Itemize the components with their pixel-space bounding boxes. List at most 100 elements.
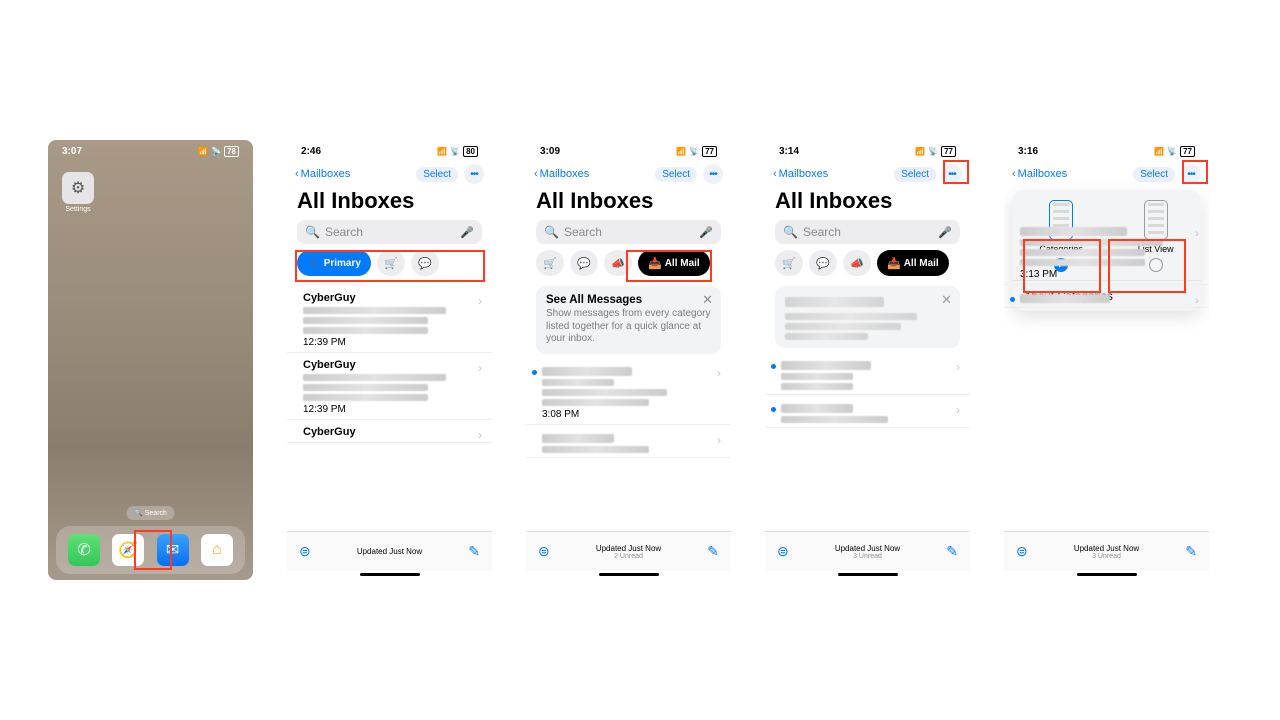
- page-title: All Inboxes: [526, 188, 731, 214]
- tab-primary[interactable]: 👤Primary: [297, 250, 371, 276]
- compose-icon[interactable]: ✎: [468, 543, 480, 560]
- wifi-icon: [450, 146, 460, 157]
- screenshot-home: 3:07 78 ⚙ Settings 🔍 Search ✆ 🧭 ✉ ⌂: [48, 140, 253, 580]
- chat-icon: 💬: [577, 257, 591, 270]
- more-icon[interactable]: •••: [1181, 164, 1201, 184]
- compose-icon[interactable]: ✎: [1185, 543, 1197, 560]
- clock: 3:16: [1018, 146, 1038, 157]
- compose-icon[interactable]: ✎: [946, 543, 958, 560]
- chevron-right-icon: ›: [1195, 293, 1199, 307]
- more-icon[interactable]: •••: [464, 164, 484, 184]
- mail-row[interactable]: ›3:08 PM: [526, 358, 731, 425]
- nav-bar: ‹ Mailboxes Select •••: [765, 162, 970, 186]
- clock: 3:09: [540, 146, 560, 157]
- status-text: Updated Just Now: [357, 547, 422, 556]
- more-icon[interactable]: •••: [703, 164, 723, 184]
- mail-row[interactable]: CyberGuy›12:39 PM: [287, 286, 492, 353]
- mail-row[interactable]: ›: [526, 425, 731, 458]
- chevron-right-icon: ›: [478, 294, 482, 308]
- cart-icon: 🛒: [543, 257, 557, 270]
- safari-app-icon[interactable]: 🧭: [112, 534, 144, 566]
- select-button[interactable]: Select: [1133, 167, 1175, 182]
- back-button[interactable]: ‹ Mailboxes: [534, 168, 589, 180]
- mail-row[interactable]: ›: [765, 395, 970, 428]
- nav-bar: ‹ Mailboxes Select •••: [287, 162, 492, 186]
- clock: 3:07: [62, 146, 82, 157]
- chevron-right-icon: ›: [478, 361, 482, 375]
- signal-icon: [437, 146, 447, 157]
- page-title: All Inboxes: [287, 188, 492, 214]
- back-button[interactable]: ‹ Mailboxes: [773, 168, 828, 180]
- mic-icon[interactable]: 🎤: [460, 226, 474, 239]
- chevron-right-icon: ›: [717, 366, 721, 380]
- search-input[interactable]: 🔍Search🎤: [775, 220, 960, 244]
- chevron-right-icon: ›: [956, 360, 960, 374]
- mail-row[interactable]: CyberGuy›12:39 PM: [287, 353, 492, 420]
- mail-row[interactable]: ›: [765, 352, 970, 395]
- tab-updates[interactable]: 💬: [570, 250, 598, 276]
- search-icon: 🔍: [783, 225, 798, 239]
- signal-icon: [676, 146, 686, 157]
- screenshot-primary: 2:4680 ‹ Mailboxes Select ••• All Inboxe…: [287, 140, 492, 580]
- filter-icon[interactable]: ⊜: [538, 543, 550, 560]
- tray-icon: 📥: [648, 257, 662, 270]
- close-icon[interactable]: ✕: [941, 292, 952, 308]
- tab-transactions[interactable]: 🛒: [536, 250, 564, 276]
- search-input[interactable]: 🔍Search🎤: [297, 220, 482, 244]
- cart-icon: 🛒: [384, 257, 398, 270]
- settings-app[interactable]: ⚙ Settings: [62, 172, 94, 213]
- wifi-icon: [211, 146, 221, 157]
- tab-updates[interactable]: 💬: [809, 250, 837, 276]
- close-icon[interactable]: ✕: [702, 292, 713, 308]
- filter-icon[interactable]: ⊜: [299, 543, 311, 560]
- mic-icon[interactable]: 🎤: [938, 226, 952, 239]
- signal-icon: [198, 146, 208, 157]
- chevron-right-icon: ›: [717, 433, 721, 447]
- compose-icon[interactable]: ✎: [707, 543, 719, 560]
- tab-updates[interactable]: 💬: [411, 250, 439, 276]
- tab-promotions[interactable]: 📣: [604, 250, 632, 276]
- bottom-toolbar: ⊜Updated Just Now3 Unread✎: [1004, 531, 1209, 571]
- mail-row[interactable]: CyberGuy›: [287, 420, 492, 443]
- search-icon: 🔍: [544, 225, 559, 239]
- status-text: Updated Just Now: [596, 544, 661, 553]
- search-icon: 🔍: [305, 225, 320, 239]
- screenshot-view-options: 3:1677 ‹ MailboxesSelect••• Categories ✓…: [1004, 140, 1209, 580]
- mail-app-icon[interactable]: ✉: [157, 534, 189, 566]
- battery-icon: 77: [941, 146, 956, 157]
- select-button[interactable]: Select: [416, 167, 458, 182]
- bottom-toolbar: ⊜ Updated Just Now ✎: [287, 531, 492, 571]
- tab-promotions[interactable]: 📣: [843, 250, 871, 276]
- person-icon: 👤: [307, 257, 321, 270]
- chat-icon: 💬: [816, 257, 830, 270]
- clock: 3:14: [779, 146, 799, 157]
- home-app-icon[interactable]: ⌂: [201, 534, 233, 566]
- wifi-icon: [928, 146, 938, 157]
- back-button[interactable]: ‹ Mailboxes: [1012, 168, 1067, 180]
- mail-row[interactable]: ›3:13 PM: [1004, 218, 1209, 285]
- more-icon[interactable]: •••: [942, 164, 962, 184]
- select-button[interactable]: Select: [894, 167, 936, 182]
- tab-transactions[interactable]: 🛒: [775, 250, 803, 276]
- see-all-card: ✕: [775, 286, 960, 348]
- battery-icon: 77: [702, 146, 717, 157]
- mail-row[interactable]: ›: [1004, 285, 1209, 308]
- battery-icon: 80: [463, 146, 478, 157]
- tab-all-mail[interactable]: 📥All Mail: [638, 250, 710, 276]
- status-bar: 2:4680: [287, 140, 492, 162]
- select-button[interactable]: Select: [655, 167, 697, 182]
- filter-icon[interactable]: ⊜: [777, 543, 789, 560]
- status-bar: 3:07 78: [48, 140, 253, 162]
- chat-icon: 💬: [418, 257, 432, 270]
- search-input[interactable]: 🔍Search🎤: [536, 220, 721, 244]
- back-button[interactable]: ‹ Mailboxes: [295, 168, 350, 180]
- tab-all-mail[interactable]: 📥All Mail: [877, 250, 949, 276]
- home-search[interactable]: 🔍 Search: [126, 506, 175, 520]
- see-all-card: See All Messages Show messages from ever…: [536, 286, 721, 354]
- mic-icon[interactable]: 🎤: [699, 226, 713, 239]
- home-indicator: [360, 573, 420, 576]
- tab-transactions[interactable]: 🛒: [377, 250, 405, 276]
- page-title: All Inboxes: [765, 188, 970, 214]
- phone-app-icon[interactable]: ✆: [68, 534, 100, 566]
- filter-icon[interactable]: ⊜: [1016, 543, 1028, 560]
